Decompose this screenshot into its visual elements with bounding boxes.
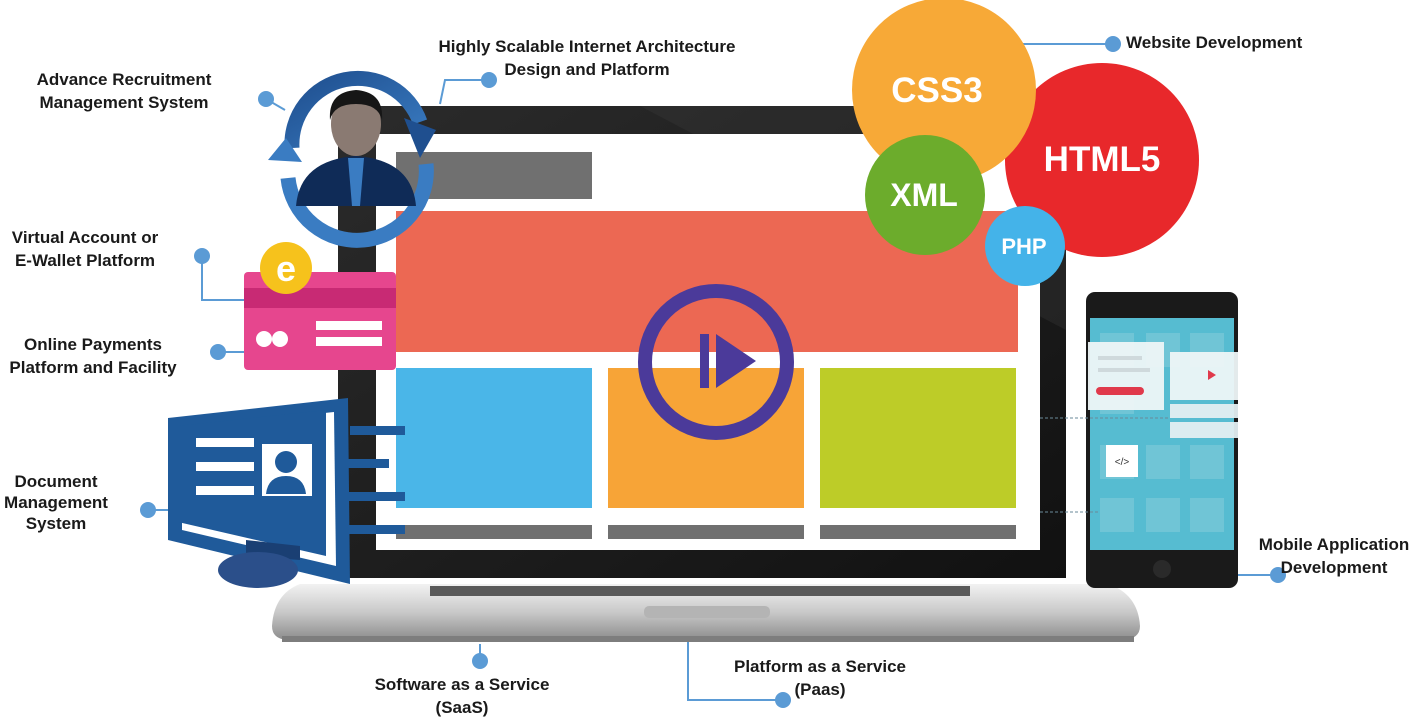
dot-recruitment <box>258 91 274 107</box>
payment-card-icon <box>244 272 396 370</box>
php-label: PHP <box>1001 234 1046 259</box>
label-payments: Online Payments Platform and Facility <box>9 335 177 377</box>
label-wallet: Virtual Account or E-Wallet Platform <box>11 228 159 270</box>
screen-tile-blue <box>396 368 592 508</box>
phone-home-button <box>1153 560 1171 578</box>
label-mobile: Mobile Application Development <box>1258 535 1410 577</box>
screen-footer-bar-3 <box>820 525 1016 539</box>
phone-card-content <box>1088 342 1164 410</box>
dot-website <box>1105 36 1121 52</box>
phone-red-button <box>1096 387 1144 395</box>
screen-tile-green <box>820 368 1016 508</box>
screen-footer-bar-2 <box>608 525 804 539</box>
e-wallet-badge-icon: e <box>260 242 312 294</box>
dot-saas <box>472 653 488 669</box>
label-paas: Platform as a Service (Paas) <box>734 657 906 699</box>
label-document: Document Management System <box>4 472 108 533</box>
laptop-trackpad-notch <box>644 606 770 618</box>
label-architecture: Highly Scalable Internet Architecture Des… <box>438 37 736 79</box>
code-tag-icon: </> <box>1115 457 1130 468</box>
laptop-keyboard-strip <box>430 586 970 596</box>
phone-video-card <box>1170 352 1238 400</box>
screen-footer-bar-1 <box>396 525 592 539</box>
css3-label: CSS3 <box>891 71 982 110</box>
connector-wallet <box>201 256 246 301</box>
xml-label: XML <box>890 177 958 213</box>
dot-wallet <box>194 248 210 264</box>
dot-payments <box>210 344 226 360</box>
mobile-phone: </> <box>1040 292 1238 588</box>
label-website: Website Development <box>1126 33 1303 52</box>
label-saas: Software as a Service (SaaS) <box>374 675 550 717</box>
connector-architecture <box>439 79 487 105</box>
html5-label: HTML5 <box>1044 140 1161 179</box>
label-recruitment: Advance Recruitment Management System <box>36 70 212 112</box>
e-wallet-badge-letter: e <box>276 248 296 289</box>
laptop-base-shadow <box>282 636 1134 642</box>
dot-document <box>140 502 156 518</box>
